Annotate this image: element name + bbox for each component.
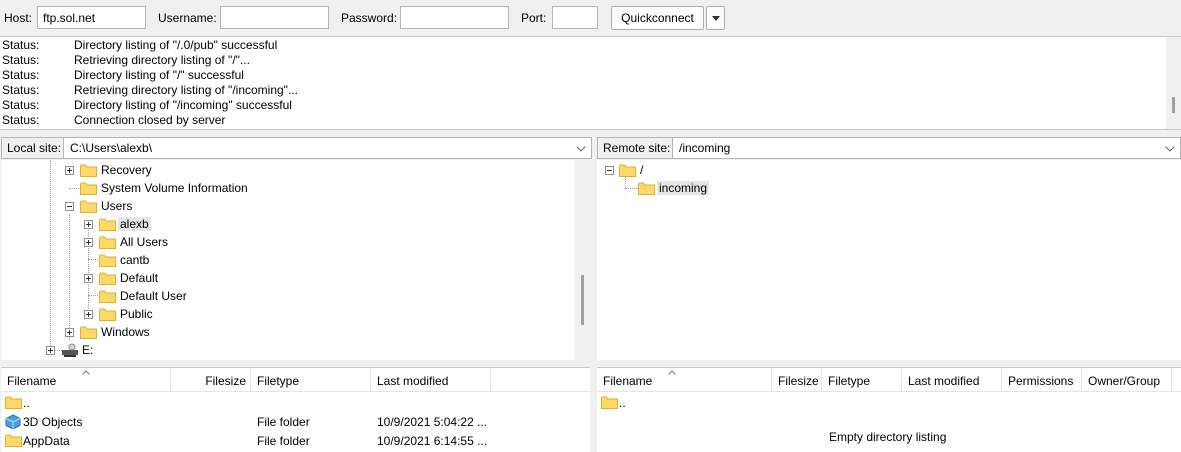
3d-objects-icon [5, 414, 21, 429]
quickconnect-dropdown-button[interactable] [706, 6, 725, 30]
table-row[interactable]: AppData File folder 10/9/2021 6:14:55 ..… [1, 431, 590, 450]
chevron-down-icon[interactable] [576, 142, 586, 152]
tree-item-cantb[interactable]: cantb [1, 251, 561, 269]
local-path-combo[interactable]: C:\Users\alexb\ [63, 137, 592, 159]
tree-item-windows[interactable]: Windows [1, 323, 561, 341]
remote-file-list[interactable]: Filename Filesize Filetype Last modified… [597, 367, 1181, 452]
quickconnect-button[interactable]: Quickconnect [611, 6, 704, 30]
host-input[interactable]: ftp.sol.net [37, 6, 146, 29]
folder-icon [5, 396, 22, 409]
column-filename[interactable]: Filename [1, 368, 171, 392]
column-filesize[interactable]: Filesize [772, 368, 822, 392]
local-path-text: C:\Users\alexb\ [70, 141, 153, 155]
folder-icon [638, 182, 655, 195]
table-row[interactable]: 3D Objects File folder 10/9/2021 5:04:22… [1, 412, 590, 431]
folder-icon [99, 218, 116, 231]
tree-item-root[interactable]: / [597, 161, 1157, 179]
chevron-down-icon [712, 16, 720, 21]
expand-icon[interactable] [84, 238, 93, 247]
local-file-list[interactable]: Filename Filesize Filetype Last modified… [1, 367, 590, 452]
remote-file-list-header: Filename Filesize Filetype Last modified… [597, 368, 1181, 392]
port-label: Port: [521, 11, 547, 25]
folder-icon [80, 164, 97, 177]
sort-ascending-icon [668, 370, 676, 375]
message-log[interactable]: Status: Directory listing of "/.0/pub" su… [0, 36, 1181, 130]
expand-icon[interactable] [84, 220, 93, 229]
sort-ascending-icon [82, 370, 90, 375]
password-label: Password: [341, 11, 398, 25]
remote-site-label: Remote site: [597, 137, 676, 159]
column-last-modified[interactable]: Last modified [371, 368, 491, 392]
folder-icon [619, 164, 636, 177]
local-site-label: Local site: [1, 137, 67, 159]
column-filetype[interactable]: Filetype [251, 368, 371, 392]
tree-item-recovery[interactable]: Recovery [1, 161, 561, 179]
password-input[interactable] [400, 6, 509, 29]
tree-item-alexb[interactable]: alexb [1, 215, 561, 233]
quickconnect-bar: Host: ftp.sol.net Username: Password: Po… [0, 0, 1181, 36]
folder-icon [99, 308, 116, 321]
folder-icon [99, 254, 116, 267]
column-filesize[interactable]: Filesize [171, 368, 251, 392]
remote-path-combo[interactable]: /incoming [672, 137, 1181, 159]
remote-path-text: /incoming [679, 141, 731, 155]
column-filetype[interactable]: Filetype [822, 368, 902, 392]
host-label: Host: [4, 11, 33, 25]
folder-icon [99, 272, 116, 285]
folder-icon [80, 182, 97, 195]
remote-site-bar: Remote site: /incoming [597, 137, 1181, 159]
folder-icon [5, 434, 22, 447]
empty-directory-message: Empty directory listing [829, 430, 947, 444]
folder-icon [99, 290, 116, 303]
folder-icon [601, 396, 618, 409]
folder-icon [80, 326, 97, 339]
chevron-down-icon[interactable] [1165, 142, 1175, 152]
collapse-icon[interactable] [65, 202, 74, 211]
tree-item-drive-e[interactable]: E: [1, 341, 561, 359]
local-site-bar: Local site: C:\Users\alexb\ [1, 137, 592, 159]
local-tree-scrollbar[interactable] [575, 160, 590, 360]
local-directory-tree[interactable]: Recovery System Volume Information Users… [1, 160, 590, 360]
collapse-icon[interactable] [605, 166, 614, 175]
username-input[interactable] [220, 6, 329, 29]
tree-item-system-volume-information[interactable]: System Volume Information [1, 179, 561, 197]
scrollbar-thumb[interactable] [1172, 97, 1175, 113]
network-drive-icon [62, 343, 78, 357]
tree-item-incoming[interactable]: incoming [597, 179, 1157, 197]
local-file-list-header: Filename Filesize Filetype Last modified [1, 368, 590, 392]
expand-icon[interactable] [84, 274, 93, 283]
tree-item-all-users[interactable]: All Users [1, 233, 561, 251]
expand-icon[interactable] [46, 346, 55, 355]
port-input[interactable] [552, 6, 598, 29]
expand-icon[interactable] [84, 310, 93, 319]
table-row[interactable]: .. [1, 393, 590, 412]
tree-item-public[interactable]: Public [1, 305, 561, 323]
log-scrollbar[interactable] [1166, 37, 1181, 129]
column-last-modified[interactable]: Last modified [902, 368, 1002, 392]
tree-item-users[interactable]: Users [1, 197, 561, 215]
scrollbar-thumb[interactable] [581, 275, 584, 325]
table-row[interactable]: .. [597, 393, 1181, 412]
tree-item-default[interactable]: Default [1, 269, 561, 287]
expand-icon[interactable] [65, 328, 74, 337]
expand-icon[interactable] [65, 166, 74, 175]
username-label: Username: [158, 11, 217, 25]
column-owner-group[interactable]: Owner/Group [1082, 368, 1172, 392]
column-permissions[interactable]: Permissions [1002, 368, 1082, 392]
column-filename[interactable]: Filename [597, 368, 772, 392]
remote-directory-tree[interactable]: / incoming [597, 160, 1181, 360]
tree-item-default-user[interactable]: Default User [1, 287, 561, 305]
folder-icon [80, 200, 97, 213]
folder-icon [99, 236, 116, 249]
